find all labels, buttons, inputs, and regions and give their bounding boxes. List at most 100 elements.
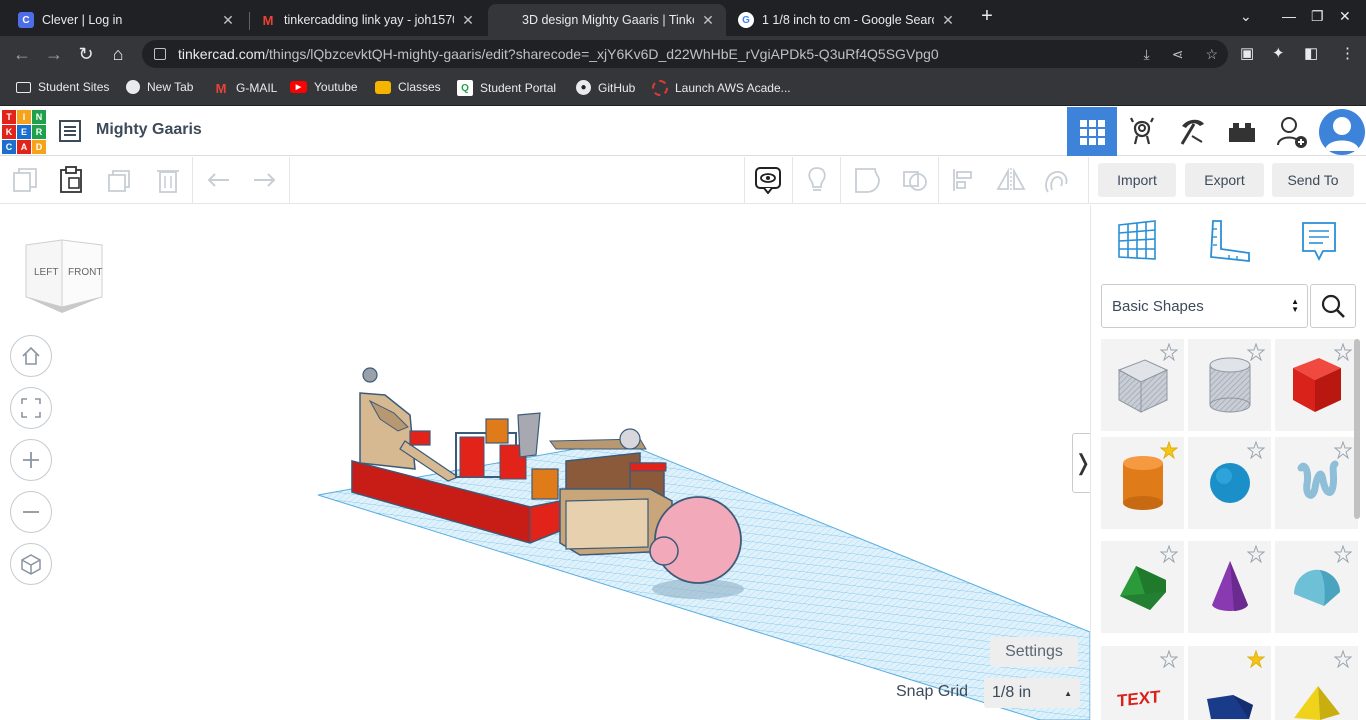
reload-icon[interactable]: ↻ [74, 42, 98, 66]
favorite-star-icon[interactable] [1159, 544, 1179, 568]
view-cube[interactable]: LEFT FRONT [24, 239, 104, 318]
shape-text[interactable]: TEXT [1101, 646, 1184, 720]
add-user-icon[interactable] [1267, 107, 1317, 156]
tab-close-icon[interactable]: ✕ [460, 12, 476, 29]
shape-library-select[interactable]: Basic Shapes ▲ ▼ [1101, 284, 1308, 328]
favorite-star-icon[interactable] [1333, 544, 1353, 568]
shape-polygon[interactable] [1188, 646, 1271, 720]
3d-design-grid-icon[interactable] [1067, 107, 1117, 156]
bookmark-gmail[interactable]: M G-MAIL [213, 80, 278, 96]
tab-close-icon[interactable]: ✕ [220, 12, 236, 29]
bookmark-classes[interactable]: Classes [375, 80, 441, 94]
zoom-in-icon[interactable] [10, 439, 52, 481]
shape-box-hole[interactable] [1101, 339, 1184, 431]
bookmark-github[interactable]: ● GitHub [576, 80, 635, 95]
extension-screencast-icon[interactable]: ▣ [1240, 44, 1254, 62]
bookmark-star-icon[interactable]: ☆ [1205, 46, 1218, 63]
favorite-star-icon[interactable] [1246, 544, 1266, 568]
duplicate-icon[interactable] [105, 165, 135, 195]
tab-search-chevron-icon[interactable]: ⌄ [1240, 8, 1252, 25]
mirror-icon[interactable] [996, 165, 1026, 195]
send-to-button[interactable]: Send To [1272, 163, 1354, 197]
favorite-star-icon[interactable] [1159, 649, 1179, 673]
browser-tab-clever[interactable]: C Clever | Log in ✕ [8, 4, 246, 36]
tinkercad-logo[interactable]: T I N K E R C A D [2, 110, 46, 154]
view-cube-left-label[interactable]: LEFT [34, 267, 58, 278]
bricks-icon[interactable] [1217, 107, 1267, 156]
favorite-star-icon[interactable] [1246, 342, 1266, 366]
favorite-star-icon[interactable] [1333, 649, 1353, 673]
export-button[interactable]: Export [1185, 163, 1264, 197]
bookmark-student-sites[interactable]: Student Sites [16, 80, 109, 94]
shape-round-roof[interactable] [1275, 541, 1358, 633]
codeblocks-icon[interactable] [1117, 107, 1167, 156]
restore-icon[interactable]: ❐ [1311, 8, 1324, 25]
shape-pyramid[interactable] [1275, 646, 1358, 720]
perspective-cube-icon[interactable] [10, 543, 52, 585]
favorite-star-icon[interactable] [1159, 440, 1179, 464]
cruise-icon[interactable] [1042, 165, 1072, 195]
shape-cone[interactable] [1188, 541, 1271, 633]
minimize-icon[interactable]: — [1282, 8, 1296, 24]
search-icon[interactable] [1310, 284, 1356, 328]
shape-roof[interactable] [1101, 541, 1184, 633]
avatar[interactable] [1319, 109, 1365, 155]
collapse-panel-chevron-icon[interactable]: ❭ [1072, 433, 1090, 493]
settings-button[interactable]: Settings [990, 637, 1078, 667]
design-list-icon[interactable] [58, 119, 84, 143]
lightbulb-icon[interactable] [802, 165, 832, 195]
favorite-star-icon[interactable] [1333, 342, 1353, 366]
shape-box[interactable] [1275, 339, 1358, 431]
shapes-scrollbar[interactable] [1354, 339, 1360, 519]
favorite-star-icon[interactable] [1159, 342, 1179, 366]
workplane-icon[interactable] [1115, 219, 1159, 263]
new-tab-plus-icon[interactable]: + [976, 6, 998, 28]
shape-cylinder-hole[interactable] [1188, 339, 1271, 431]
browser-menu-icon[interactable]: ⋮ [1340, 44, 1355, 62]
browser-tab-google[interactable]: G 1 1/8 inch to cm - Google Search ✕ [728, 4, 966, 36]
tab-close-icon[interactable]: ✕ [940, 12, 956, 29]
share-icon[interactable]: ⋖ [1172, 46, 1184, 63]
ruler-icon[interactable] [1207, 219, 1251, 263]
bookmark-aws[interactable]: Launch AWS Acade... [652, 80, 791, 96]
bookmark-new-tab[interactable]: New Tab [126, 80, 193, 94]
undo-icon[interactable] [203, 165, 233, 195]
browser-tab-tinkercad[interactable]: 3D design Mighty Gaaris | Tinker ✕ [488, 4, 726, 36]
redo-icon[interactable] [250, 165, 280, 195]
tab-close-icon[interactable]: ✕ [700, 12, 716, 29]
notes-icon[interactable] [1297, 219, 1341, 263]
import-button[interactable]: Import [1098, 163, 1176, 197]
design-title[interactable]: Mighty Gaaris [96, 121, 202, 139]
notes-view-icon[interactable] [753, 165, 783, 195]
extensions-puzzle-icon[interactable]: ✦ [1272, 44, 1285, 62]
view-cube-front-label[interactable]: FRONT [68, 267, 102, 278]
shape-cylinder[interactable] [1101, 437, 1184, 529]
workplane-viewport[interactable]: LEFT FRONT ❭ Settings Snap Grid 1/8 in ▲ [0, 205, 1090, 720]
ungroup-icon[interactable] [900, 165, 930, 195]
group-icon[interactable] [852, 165, 882, 195]
zoom-out-icon[interactable] [10, 491, 52, 533]
side-panel-icon[interactable]: ◧ [1304, 44, 1318, 62]
home-icon[interactable]: ⌂ [106, 42, 130, 66]
site-info-icon[interactable] [154, 48, 166, 60]
address-bar[interactable]: tinkercad.com/things/lQbzcevktQH-mighty-… [142, 40, 1228, 68]
favorite-star-icon[interactable] [1333, 440, 1353, 464]
home-view-icon[interactable] [10, 335, 52, 377]
back-arrow-icon[interactable]: ← [10, 42, 34, 66]
shape-sphere[interactable] [1188, 437, 1271, 529]
install-app-icon[interactable]: ⤓ [1144, 46, 1150, 63]
workplane-scene[interactable] [0, 205, 1090, 720]
ramp-tower-shape[interactable] [359, 392, 416, 470]
close-window-icon[interactable]: ✕ [1339, 8, 1351, 25]
snap-grid-select[interactable]: 1/8 in ▲ [984, 678, 1080, 708]
paste-icon[interactable] [56, 165, 86, 195]
forward-arrow-icon[interactable]: → [42, 42, 66, 66]
shape-scribble[interactable] [1275, 437, 1358, 529]
favorite-star-icon[interactable] [1246, 649, 1266, 673]
browser-tab-gmail[interactable]: M tinkercadding link yay - joh1570 ✕ [250, 4, 486, 36]
copy-icon[interactable] [10, 165, 40, 195]
fit-view-icon[interactable] [10, 387, 52, 429]
align-icon[interactable] [949, 165, 979, 195]
bookmark-youtube[interactable]: ▶ Youtube [290, 80, 358, 94]
circuits-pickaxe-icon[interactable] [1167, 107, 1217, 156]
